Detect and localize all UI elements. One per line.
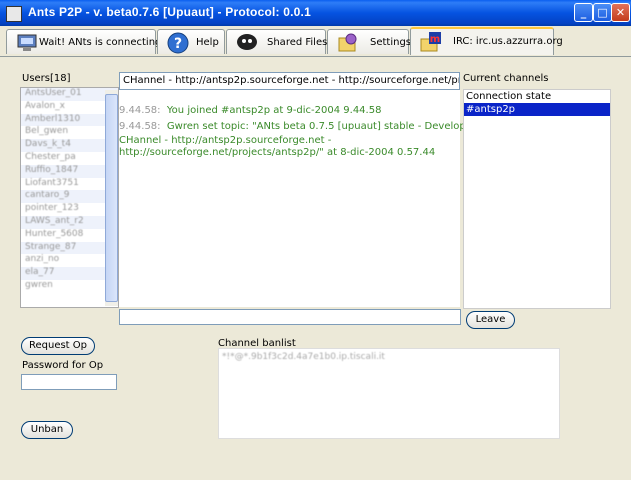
- tab-help[interactable]: ? Help: [157, 29, 225, 54]
- list-item[interactable]: anzi_no: [21, 254, 118, 267]
- window-title: Ants P2P - v. beta0.7.6 [Upuaut] - Proto…: [28, 5, 311, 19]
- chat-message: CHannel - http://antsp2p.sourceforge.net…: [119, 135, 332, 146]
- close-button[interactable]: ✕: [611, 3, 630, 22]
- monitor-icon: [17, 34, 37, 51]
- help-icon: ?: [167, 32, 189, 54]
- title-bar: Ants P2P - v. beta0.7.6 [Upuaut] - Proto…: [0, 0, 631, 26]
- chat-message: http://sourceforge.net/projects/antsp2p/…: [119, 147, 436, 158]
- chat-log: 9.44.58: You joined #antsp2p at 9-dic-20…: [119, 90, 484, 307]
- app-icon: [6, 6, 22, 22]
- tab-irc[interactable]: m IRC: irc.us.azzurra.org: [410, 27, 563, 55]
- channels-header: Current channels: [463, 73, 549, 84]
- tab-shared-files[interactable]: Shared Files: [226, 29, 328, 54]
- list-item[interactable]: AntsUser_01: [21, 88, 118, 101]
- list-item[interactable]: ela_77: [21, 267, 118, 280]
- list-item[interactable]: Amberl1310: [21, 113, 118, 127]
- request-op-button[interactable]: Request Op: [21, 337, 95, 355]
- tab-label: IRC: irc.us.azzurra.org: [453, 36, 563, 47]
- list-item[interactable]: cantaro_9: [21, 190, 118, 204]
- tab-label: Shared Files: [267, 37, 328, 48]
- banlist-entry[interactable]: *!*@*.9b1f3c2d.4a7e1b0.ip.tiscali.it: [222, 352, 556, 362]
- list-item[interactable]: Bel_gwen: [21, 126, 118, 139]
- tab-connection-status[interactable]: Wait! ANts is connecting...: [6, 29, 171, 54]
- users-header: Users[18]: [22, 73, 71, 84]
- ants-icon: [237, 34, 257, 50]
- maximize-button[interactable]: □: [593, 3, 612, 22]
- list-item[interactable]: Strange_87: [21, 241, 118, 255]
- tab-label: Wait! ANts is connecting...: [39, 37, 171, 48]
- password-label: Password for Op: [22, 360, 104, 371]
- channel-item-selected[interactable]: #antsp2p: [464, 103, 610, 116]
- password-input[interactable]: [21, 374, 117, 390]
- list-item[interactable]: Chester_pa: [21, 152, 118, 165]
- list-item[interactable]: Hunter_5608: [21, 229, 118, 242]
- leave-button[interactable]: Leave: [466, 311, 515, 329]
- banlist[interactable]: *!*@*.9b1f3c2d.4a7e1b0.ip.tiscali.it: [218, 348, 560, 439]
- channel-topic: CHannel - http://antsp2p.sourceforge.net…: [119, 72, 460, 90]
- tab-label: Help: [196, 37, 219, 48]
- list-item[interactable]: Davs_k_t4: [21, 139, 118, 152]
- list-item[interactable]: Avalon_x: [21, 101, 118, 114]
- settings-icon: [338, 33, 357, 52]
- channels-list[interactable]: Connection state #antsp2p: [463, 89, 611, 309]
- chat-message: 9.44.58: You joined #antsp2p at 9-dic-20…: [119, 105, 382, 116]
- list-item[interactable]: Ruffio_1847: [21, 164, 118, 178]
- svg-text:m: m: [430, 34, 440, 45]
- message-input[interactable]: [119, 309, 461, 325]
- tab-label: Settings: [370, 37, 412, 48]
- irc-icon: m: [420, 32, 441, 52]
- scrollbar-thumb[interactable]: [105, 94, 118, 302]
- list-item[interactable]: Liofant3751: [21, 178, 118, 191]
- svg-text:?: ?: [174, 36, 182, 52]
- list-item[interactable]: LAWS_ant_r2: [21, 215, 118, 229]
- tab-settings[interactable]: Settings: [327, 29, 412, 54]
- list-item[interactable]: gwren: [21, 280, 118, 293]
- users-scrollbar[interactable]: [105, 90, 118, 306]
- channel-item[interactable]: Connection state: [464, 90, 610, 103]
- unban-button[interactable]: Unban: [21, 421, 73, 439]
- chat-message: 9.44.58: Gwren set topic: "ANts beta 0.7…: [119, 121, 484, 132]
- minimize-button[interactable]: _: [574, 3, 593, 22]
- list-item[interactable]: pointer_123: [21, 203, 118, 216]
